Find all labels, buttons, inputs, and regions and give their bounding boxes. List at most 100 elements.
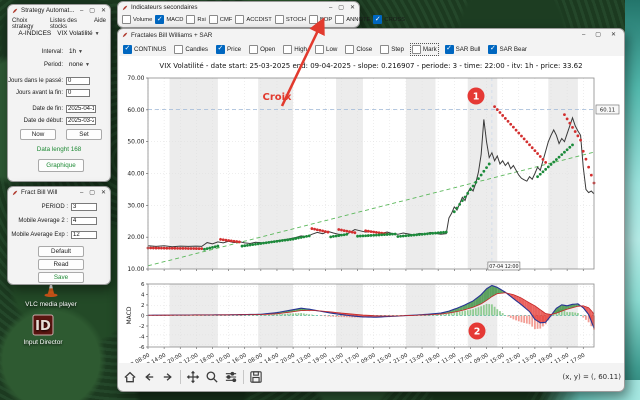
fractales-window[interactable]: Fractales Bill Williams + SAR –▢✕ CONTIN… xyxy=(117,28,625,392)
period-dropdown[interactable]: none▼ xyxy=(69,61,90,68)
sar-bull-dot xyxy=(383,233,386,236)
field-input-mobile-average-2[interactable] xyxy=(71,217,97,225)
checkbox-cross[interactable]: CROSS xyxy=(373,15,405,24)
checkbox-box[interactable] xyxy=(373,15,382,24)
pan-icon[interactable] xyxy=(186,370,200,384)
minimize-icon[interactable]: – xyxy=(80,190,83,196)
close-icon[interactable]: ✕ xyxy=(101,8,106,14)
checkbox-box[interactable] xyxy=(309,15,318,24)
toolbar-separator xyxy=(180,370,181,384)
index-group-label[interactable]: A-INDICES xyxy=(18,30,51,37)
minimize-icon[interactable]: – xyxy=(80,8,83,14)
fract-window[interactable]: Fract Bill Will –▢✕ PERIOD :Mobile Avera… xyxy=(7,186,111,285)
field-input-mobile-average-exp[interactable] xyxy=(71,231,97,239)
indicators-titlebar[interactable]: Indicateurs secondaires –▢✕ xyxy=(118,2,359,13)
sar-bull-dot xyxy=(345,233,348,236)
checkbox-box[interactable] xyxy=(345,45,354,54)
checkbox-continus[interactable]: CONTINUS xyxy=(123,45,166,54)
checkbox-box[interactable] xyxy=(235,15,244,24)
checkbox-high[interactable]: High xyxy=(283,45,307,54)
checkbox-volume[interactable]: Volume xyxy=(122,15,152,24)
configure-subplots-icon[interactable] xyxy=(224,370,238,384)
menu-aide[interactable]: Aide xyxy=(94,18,106,30)
maximize-icon[interactable]: ▢ xyxy=(89,190,95,196)
checkbox-close[interactable]: Close xyxy=(345,45,372,54)
close-icon[interactable]: ✕ xyxy=(611,32,616,38)
set-button[interactable]: Set xyxy=(66,129,102,140)
default-button[interactable]: Default xyxy=(38,246,84,257)
fract-titlebar[interactable]: Fract Bill Will –▢✕ xyxy=(8,187,110,198)
back-icon[interactable] xyxy=(142,370,156,384)
checkbox-box[interactable] xyxy=(122,15,131,24)
checkbox-sar-bull[interactable]: SAR Bull xyxy=(445,45,481,54)
home-icon[interactable] xyxy=(123,370,137,384)
checkbox-box[interactable] xyxy=(445,45,454,54)
checkbox-box[interactable] xyxy=(488,45,497,54)
field-input-date-de-d-but[interactable] xyxy=(66,117,96,125)
checkbox-cmf[interactable]: CMF xyxy=(209,15,233,24)
checkbox-box[interactable] xyxy=(283,45,292,54)
field-input-jours-dans-le-pass[interactable] xyxy=(66,77,90,85)
index-dropdown[interactable]: VIX Volatilité▼ xyxy=(57,30,99,37)
field-input-period[interactable] xyxy=(71,203,97,211)
checkbox-bop[interactable]: BOP xyxy=(309,15,332,24)
graphique-button[interactable]: Graphique xyxy=(38,159,84,172)
checkbox-label: Low xyxy=(326,46,337,53)
forward-icon[interactable] xyxy=(161,370,175,384)
strategy-window[interactable]: Strategy Automat... –▢✕ Choix strategy L… xyxy=(7,4,111,182)
desktop-icon-input-director[interactable]: ID Input Director xyxy=(14,314,72,346)
checkbox-box[interactable] xyxy=(335,15,344,24)
checkbox-annote[interactable]: ANNOTE xyxy=(335,15,370,24)
checkbox-box[interactable] xyxy=(216,45,225,54)
checkbox-mark[interactable]: Mark xyxy=(412,45,437,54)
save-icon[interactable] xyxy=(249,370,263,384)
checkbox-box[interactable] xyxy=(209,15,218,24)
checkbox-box[interactable] xyxy=(380,45,389,54)
strategy-titlebar[interactable]: Strategy Automat... –▢✕ xyxy=(8,5,110,16)
checkbox-accdist[interactable]: ACCDIST xyxy=(235,15,271,24)
checkbox-box[interactable] xyxy=(155,15,164,24)
sar-bear-dot xyxy=(576,134,579,137)
checkbox-box[interactable] xyxy=(412,45,421,54)
checkbox-box[interactable] xyxy=(186,15,195,24)
checkbox-price[interactable]: Price xyxy=(216,45,241,54)
checkbox-step[interactable]: Step xyxy=(380,45,404,54)
menu-listes-des-stocks[interactable]: Listes des stocks xyxy=(50,18,88,30)
maximize-icon[interactable]: ▢ xyxy=(338,5,344,11)
close-icon[interactable]: ✕ xyxy=(350,5,355,11)
checkbox-box[interactable] xyxy=(275,15,284,24)
checkbox-label: Step xyxy=(391,46,404,53)
figure-canvas[interactable]: VIX Volatilité - date start: 25-03-2025 … xyxy=(119,56,624,363)
sar-bull-dot xyxy=(292,238,295,241)
indicators-window[interactable]: Indicateurs secondaires –▢✕ VolumeMACDRs… xyxy=(117,1,360,28)
maximize-icon[interactable]: ▢ xyxy=(595,32,601,38)
minimize-icon[interactable]: – xyxy=(582,32,585,38)
checkbox-box[interactable] xyxy=(174,45,183,54)
checkbox-box[interactable] xyxy=(123,45,132,54)
checkbox-stoch[interactable]: STOCH xyxy=(275,15,306,24)
zoom-icon[interactable] xyxy=(205,370,219,384)
minimize-icon[interactable]: – xyxy=(329,5,332,11)
checkbox-open[interactable]: Open xyxy=(249,45,275,54)
fractales-titlebar[interactable]: Fractales Bill Williams + SAR –▢✕ xyxy=(118,29,624,41)
menu-choix-strategy[interactable]: Choix strategy xyxy=(12,18,44,30)
sar-bull-dot xyxy=(396,235,399,238)
checkbox-sar-bear[interactable]: SAR Bear xyxy=(488,45,527,54)
svg-text:30.00: 30.00 xyxy=(127,202,144,209)
now-button[interactable]: Now xyxy=(20,129,56,140)
save-button[interactable]: Save xyxy=(38,272,84,283)
read-button[interactable]: Read xyxy=(38,259,84,270)
field-input-jours-avant-la-fin[interactable] xyxy=(66,89,90,97)
checkbox-box[interactable] xyxy=(249,45,258,54)
checkbox-low[interactable]: Low xyxy=(315,45,337,54)
checkbox-candles[interactable]: Candles xyxy=(174,45,208,54)
checkbox-macd[interactable]: MACD xyxy=(155,15,183,24)
checkbox-box[interactable] xyxy=(315,45,324,54)
field-input-date-de-fin[interactable] xyxy=(66,105,96,113)
maximize-icon[interactable]: ▢ xyxy=(89,8,95,14)
checkbox-rsi[interactable]: Rsi xyxy=(186,15,205,24)
app-feather-icon xyxy=(122,32,128,38)
close-icon[interactable]: ✕ xyxy=(101,190,106,196)
interval-dropdown[interactable]: 1h▼ xyxy=(69,48,83,55)
sar-bull-dot xyxy=(418,233,421,236)
